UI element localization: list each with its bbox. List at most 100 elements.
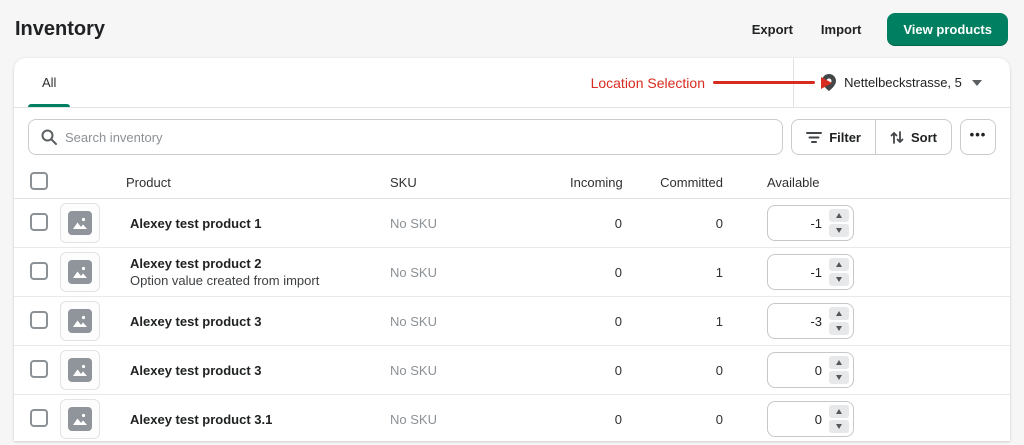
committed-value: 1 — [715, 313, 723, 329]
available-quantity-stepper[interactable] — [767, 352, 854, 388]
table-row: Alexey test product 3 No SKU 0 1 — [14, 297, 1010, 346]
table-row: Alexey test product 1 No SKU 0 0 — [14, 199, 1010, 248]
triangle-up-icon — [836, 360, 842, 365]
product-link[interactable]: Alexey test product 2 — [130, 256, 262, 271]
controls-row: Filter Sort ••• — [14, 108, 1010, 166]
search-box[interactable] — [28, 119, 784, 155]
triangle-down-icon — [836, 326, 842, 331]
location-pin-icon — [822, 74, 837, 91]
sort-button[interactable]: Sort — [875, 120, 951, 154]
product-image-placeholder-icon — [60, 252, 100, 292]
product-image-placeholder-icon — [60, 203, 100, 243]
incoming-value: 0 — [614, 264, 622, 280]
filter-button-label: Filter — [829, 129, 861, 145]
location-selector[interactable]: Nettelbeckstrasse, 5 — [794, 58, 1010, 107]
decrement-button[interactable] — [829, 224, 849, 237]
incoming-value: 0 — [614, 411, 622, 427]
export-button[interactable]: Export — [742, 14, 803, 45]
stepper-spin-controls — [829, 258, 849, 286]
stepper-spin-controls — [829, 209, 849, 237]
committed-value: 0 — [715, 362, 723, 378]
available-quantity-input[interactable] — [776, 313, 829, 329]
decrement-button[interactable] — [829, 322, 849, 335]
table-body: Alexey test product 1 No SKU 0 0 -1 Alex… — [14, 199, 1010, 441]
available-column-header: Available — [767, 174, 820, 190]
stepper-spin-controls — [829, 356, 849, 384]
available-quantity-stepper[interactable] — [767, 254, 854, 290]
incoming-value: 0 — [614, 362, 622, 378]
committed-column-header: Committed — [660, 174, 723, 190]
inventory-card: All Location Selection Nettelbeckstrasse… — [14, 58, 1010, 441]
increment-button[interactable] — [829, 405, 849, 418]
product-link[interactable]: Alexey test product 1 — [130, 216, 262, 231]
sort-icon — [890, 130, 904, 145]
row-checkbox[interactable] — [30, 310, 48, 329]
available-quantity-input[interactable] — [776, 264, 829, 280]
search-icon — [41, 129, 57, 145]
stepper-spin-controls — [829, 307, 849, 335]
header-actions: Export Import View products — [742, 12, 1008, 46]
increment-button[interactable] — [829, 307, 849, 320]
decrement-button[interactable] — [829, 273, 849, 286]
location-selector-label: Nettelbeckstrasse, 5 — [844, 75, 962, 90]
sku-value: No SKU — [390, 362, 437, 378]
available-quantity-input[interactable] — [776, 215, 829, 231]
select-all-checkbox[interactable] — [30, 171, 48, 190]
import-button[interactable]: Import — [811, 14, 871, 45]
increment-button[interactable] — [829, 209, 849, 222]
sku-column-header: SKU — [390, 174, 417, 190]
filter-sort-group: Filter Sort — [791, 119, 952, 155]
committed-value: 1 — [715, 264, 723, 280]
tab-row: All Location Selection Nettelbeckstrasse… — [14, 58, 1010, 108]
stepper-spin-controls — [829, 405, 849, 433]
triangle-down-icon — [836, 228, 842, 233]
table-header-row: Product SKU Incoming Committed Available — [14, 166, 1010, 199]
decrement-button[interactable] — [829, 420, 849, 433]
product-column-header: Product — [126, 174, 171, 190]
table-row: Alexey test product 2 Option value creat… — [14, 248, 1010, 297]
incoming-value: 0 — [614, 313, 622, 329]
table-row: Alexey test product 3 No SKU 0 0 — [14, 346, 1010, 395]
available-quantity-stepper[interactable] — [767, 205, 854, 241]
available-quantity-stepper[interactable] — [767, 303, 854, 339]
product-image-placeholder-icon — [60, 350, 100, 390]
triangle-up-icon — [836, 213, 842, 218]
committed-value: 0 — [715, 215, 723, 231]
more-actions-button[interactable]: ••• — [960, 119, 996, 155]
available-quantity-stepper[interactable] — [767, 401, 854, 437]
product-image-placeholder-icon — [60, 301, 100, 341]
product-subtitle: Option value created from import — [130, 273, 320, 288]
triangle-down-icon — [836, 277, 842, 282]
row-checkbox[interactable] — [30, 261, 48, 280]
sort-button-label: Sort — [911, 129, 937, 145]
triangle-up-icon — [836, 409, 842, 414]
triangle-down-icon — [836, 375, 842, 380]
product-link[interactable]: Alexey test product 3 — [130, 363, 262, 378]
increment-button[interactable] — [829, 356, 849, 369]
tab-all[interactable]: All — [26, 58, 72, 107]
incoming-value: 0 — [614, 215, 622, 231]
incoming-column-header: Incoming — [570, 174, 623, 190]
more-actions-icon: ••• — [969, 126, 987, 142]
available-quantity-input[interactable] — [776, 411, 829, 427]
search-input[interactable] — [65, 129, 771, 145]
decrement-button[interactable] — [829, 371, 849, 384]
available-quantity-input[interactable] — [776, 362, 829, 378]
row-checkbox[interactable] — [30, 408, 48, 427]
filter-button[interactable]: Filter — [792, 120, 875, 154]
product-image-placeholder-icon — [60, 399, 100, 439]
sku-value: No SKU — [390, 215, 437, 231]
row-checkbox[interactable] — [30, 359, 48, 378]
tab-spacer — [72, 58, 793, 107]
chevron-down-icon — [971, 79, 982, 86]
page-header: Inventory Export Import View products — [0, 0, 1024, 58]
table-row: Alexey test product 3.1 No SKU 0 0 — [14, 395, 1010, 441]
view-products-button[interactable]: View products — [887, 12, 1008, 46]
product-link[interactable]: Alexey test product 3.1 — [130, 412, 272, 427]
sku-value: No SKU — [390, 264, 437, 280]
sku-value: No SKU — [390, 411, 437, 427]
product-link[interactable]: Alexey test product 3 — [130, 314, 262, 329]
row-checkbox[interactable] — [30, 212, 48, 231]
increment-button[interactable] — [829, 258, 849, 271]
tab-all-label: All — [42, 75, 57, 90]
